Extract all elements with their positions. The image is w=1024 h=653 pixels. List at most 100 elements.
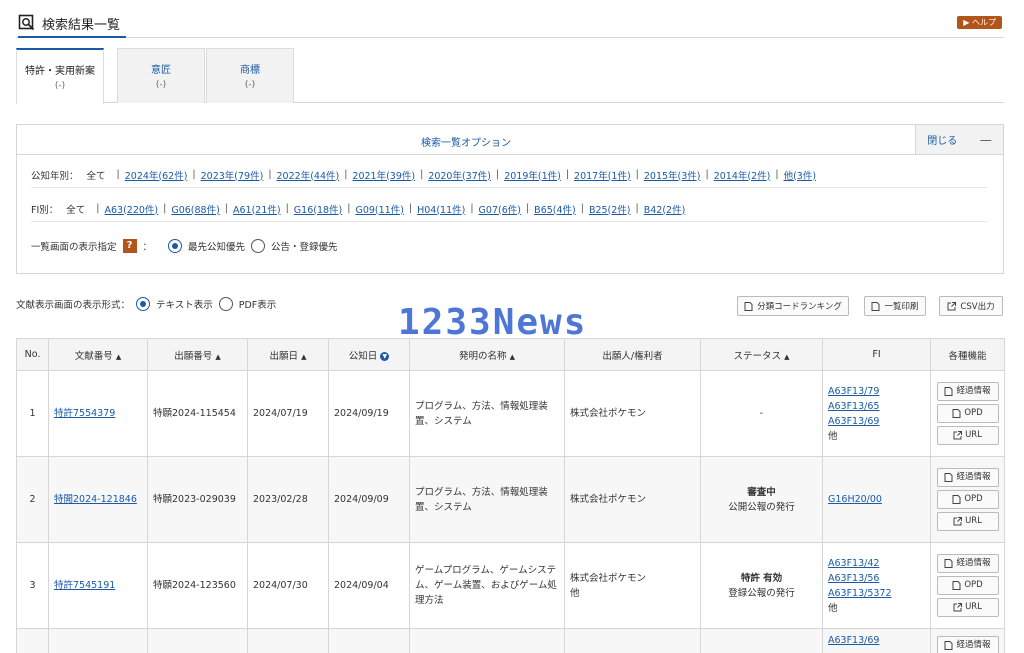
col-header-status[interactable]: ステータス ▲ (700, 338, 823, 371)
fi-filter-link[interactable]: A61(21件) (233, 202, 281, 216)
url-button[interactable]: URL (936, 426, 999, 445)
csv-export-button[interactable]: CSV出力 (939, 296, 1003, 316)
fi-filter-link[interactable]: G09(11件) (355, 202, 403, 216)
year-filter-link[interactable]: 他(3件) (784, 168, 816, 182)
options-close-button[interactable]: 閉じる — (915, 125, 1003, 154)
history-button[interactable]: 経過情報 (936, 636, 999, 653)
radio-pdf-display[interactable] (218, 297, 233, 311)
fi-filter-link[interactable]: G06(88件) (171, 202, 219, 216)
category-tabs: 特許・実用新案 (-) 意匠 (-) 商標 (-) (16, 48, 1004, 104)
col-header-title[interactable]: 発明の名称 ▲ (409, 338, 565, 371)
radio-text-display[interactable] (136, 297, 151, 311)
document-icon (944, 473, 953, 482)
cell-title: ゲームプログラム、ゲームシステム、ゲーム装置、およびゲーム処理方法 (409, 542, 565, 629)
help-question-icon[interactable]: ? (122, 239, 137, 253)
sort-active-icon[interactable]: ▼ (380, 351, 390, 361)
history-button[interactable]: 経過情報 (936, 554, 999, 573)
export-icon (947, 301, 957, 310)
doc-number-link[interactable]: 特許7554379 (54, 408, 115, 419)
fi-filter-link[interactable]: G16(18件) (294, 202, 342, 216)
tab-patent[interactable]: 特許・実用新案 (-) (16, 48, 104, 104)
document-icon (944, 559, 953, 568)
fi-code-link[interactable]: A63F13/5372 (828, 586, 925, 601)
col-header-app-number[interactable]: 出願番号 ▲ (147, 338, 248, 371)
status-main: 特許 有効 (740, 572, 783, 584)
url-button[interactable]: URL (936, 598, 999, 617)
help-button[interactable]: ▶ ヘルプ (957, 16, 1002, 29)
document-icon (952, 409, 961, 418)
cell-pub-date: 2024/09/04 (328, 542, 410, 629)
classification-ranking-button[interactable]: 分類コードランキング (737, 296, 849, 316)
doc-number-link[interactable]: 特許7545191 (54, 580, 115, 591)
fi-code-link[interactable]: A63F13/79 (828, 384, 925, 399)
fi-filter-link[interactable]: B65(4件) (534, 202, 576, 216)
col-header-functions: 各種機能 (930, 338, 1005, 371)
fi-filter-link[interactable]: A63(220件) (105, 202, 159, 216)
year-filter-link[interactable]: 2022年(44件) (277, 168, 340, 182)
sort-up-icon[interactable]: ▲ (784, 353, 789, 361)
year-filter-link[interactable]: 2019年(1件) (504, 168, 561, 182)
year-filter-link[interactable]: 2015年(3件) (644, 168, 701, 182)
cell-pub-date (328, 628, 410, 653)
table-header-row: No. 文献番号 ▲ 出願番号 ▲ 出願日 ▲ 公知日 ▼ 発明の名称 ▲ 出願人/権利者… (16, 338, 1005, 371)
fi-filter-link[interactable]: B25(2件) (589, 202, 631, 216)
sort-up-icon[interactable]: ▲ (510, 353, 515, 361)
col-header-applicant: 出願人/権利者 (564, 338, 701, 371)
document-icon (871, 301, 880, 311)
fi-code-link[interactable]: A63F13/65 (828, 399, 925, 414)
fi-filter-link[interactable]: G07(6件) (479, 202, 521, 216)
year-filter-link[interactable]: 2020年(37件) (428, 168, 491, 182)
year-filter-link[interactable]: 2014年(2件) (714, 168, 771, 182)
cell-fi: G16H20/00 (822, 456, 931, 543)
fi-code-link[interactable]: A63F13/42 (828, 556, 925, 571)
sort-up-icon[interactable]: ▲ (215, 353, 220, 361)
opd-button[interactable]: OPD (936, 404, 999, 423)
list-options-panel: 検索一覧オプション 閉じる — 公知年別： 全て | 2024年(62件) | 2… (16, 124, 1004, 274)
tab-trademark[interactable]: 商標 (-) (206, 48, 294, 103)
year-filter-link[interactable]: 2023年(79件) (201, 168, 264, 182)
radio-pdf-display-label: PDF表示 (238, 300, 277, 311)
history-button[interactable]: 経過情報 (936, 468, 999, 487)
opd-button[interactable]: OPD (936, 490, 999, 509)
sort-up-icon[interactable]: ▲ (116, 353, 121, 361)
cell-applicant: 株式会社ポケモン (564, 370, 701, 457)
fi-more: 他 (828, 602, 838, 614)
history-button[interactable]: 経過情報 (936, 382, 999, 401)
fi-code-link[interactable]: A63F13/56 (828, 571, 925, 586)
fi-filter-all[interactable]: 全て (66, 202, 85, 216)
col-header-doc-number[interactable]: 文献番号 ▲ (48, 338, 148, 371)
fi-code-link[interactable]: A63F13/69 (828, 633, 925, 648)
cell-status (700, 628, 823, 653)
fi-code-link[interactable]: A63F13/69 (828, 414, 925, 429)
print-list-button[interactable]: 一覧印刷 (864, 296, 926, 316)
radio-earliest-publication[interactable] (168, 239, 183, 253)
fi-filter-label: FI別： (31, 204, 59, 216)
sort-up-icon[interactable]: ▲ (301, 353, 306, 361)
opd-button[interactable]: OPD (936, 576, 999, 595)
display-preference-label: 一覧画面の表示指定 (31, 242, 117, 253)
col-header-pub-date[interactable]: 公知日 ▼ (328, 338, 410, 371)
year-filter-link[interactable]: 2021年(39件) (352, 168, 415, 182)
fi-filter-link[interactable]: H04(11件) (417, 202, 465, 216)
document-icon (952, 581, 961, 590)
cell-title (409, 628, 565, 653)
display-format-label: 文献表示画面の表示形式： (16, 300, 131, 311)
col-header-app-date[interactable]: 出願日 ▲ (247, 338, 329, 371)
url-button[interactable]: URL (936, 512, 999, 531)
cell-pub-date: 2024/09/19 (328, 370, 410, 457)
radio-registration-priority[interactable] (251, 239, 266, 253)
cell-doc-number: 特許7545191 (48, 542, 148, 629)
year-filter-all[interactable]: 全て (87, 168, 106, 182)
fi-filter-link[interactable]: B42(2件) (644, 202, 686, 216)
tab-label: 商標 (240, 65, 260, 76)
display-format-group: 文献表示画面の表示形式： テキスト表示 PDF表示 (16, 297, 276, 311)
fi-code-link[interactable]: G16H20/00 (828, 492, 925, 507)
year-filter-link[interactable]: 2024年(62件) (125, 168, 188, 182)
tab-count: (-) (54, 81, 66, 91)
tab-design[interactable]: 意匠 (-) (117, 48, 205, 103)
col-header-fi: FI (822, 338, 931, 371)
year-filter-link[interactable]: 2017年(1件) (574, 168, 631, 182)
cell-doc-number (48, 628, 148, 653)
document-icon (744, 301, 753, 311)
doc-number-link[interactable]: 特開2024-121846 (54, 494, 137, 505)
